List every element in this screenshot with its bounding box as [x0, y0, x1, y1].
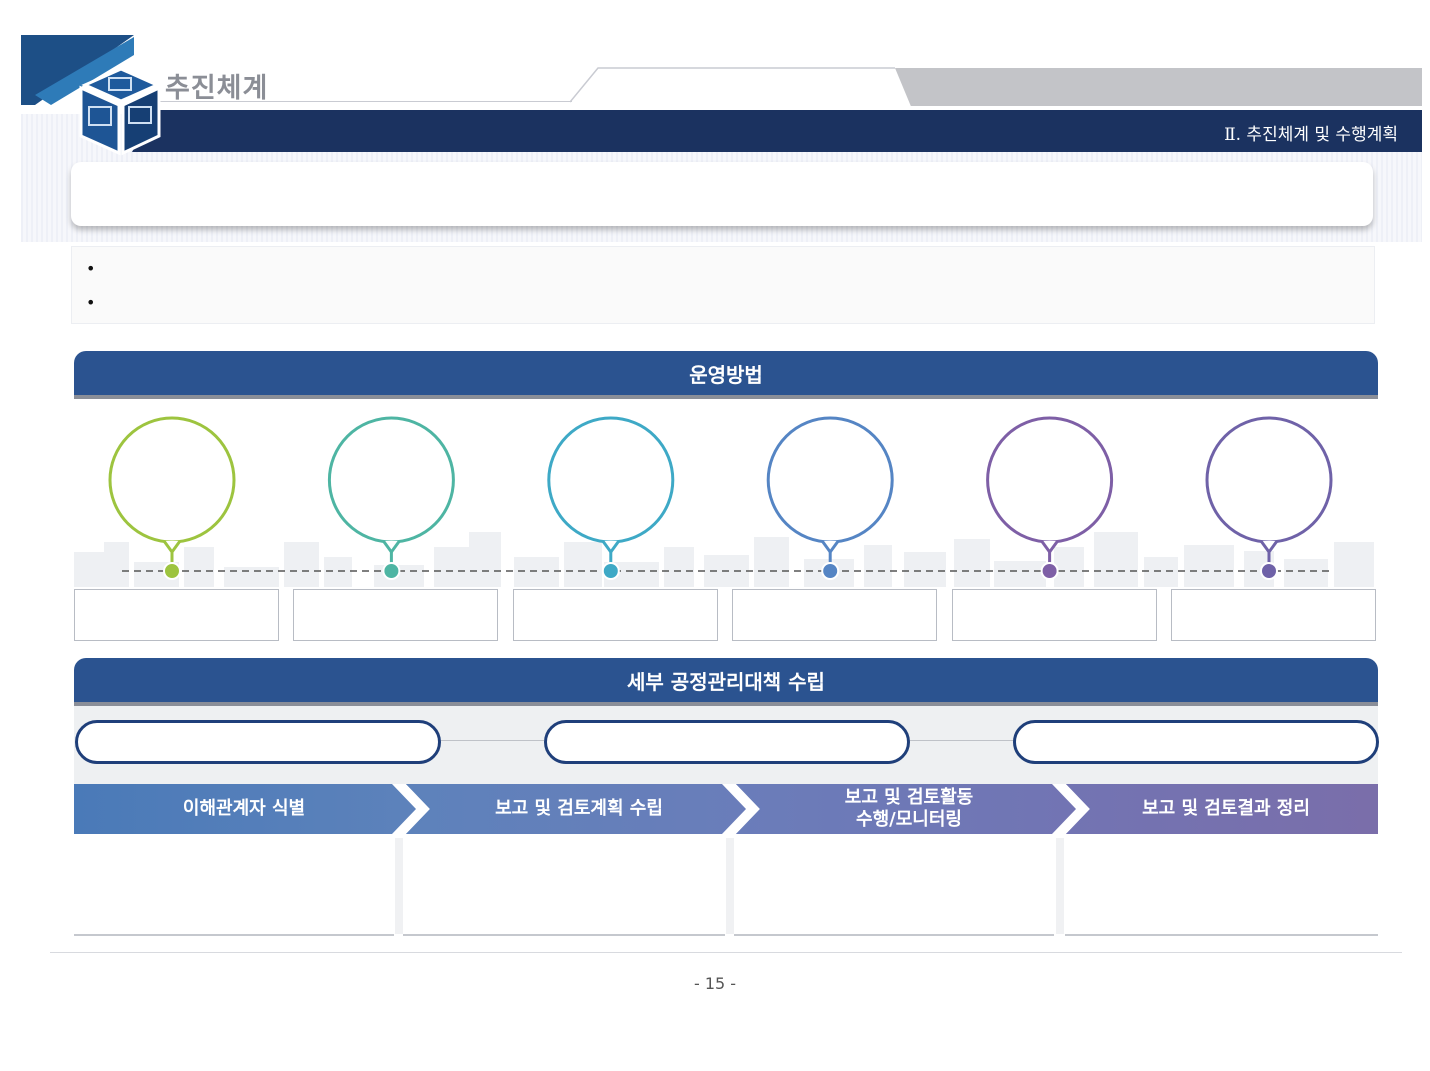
step-description-box: [512, 589, 718, 641]
step-description-box: [74, 589, 279, 641]
step-description-box: [732, 589, 938, 641]
timeline-dot: [1040, 562, 1059, 580]
process-oval-1: [75, 720, 441, 764]
timeline-dot: [601, 562, 620, 580]
process-step-label: 보고 및 검토계획 수립: [495, 798, 663, 819]
column-separator: [1056, 838, 1064, 934]
bullet-list: • •: [71, 246, 1375, 324]
oval-connector: [906, 740, 1014, 741]
step-bubble: [1205, 416, 1333, 580]
process-step-2: 보고 및 검토계획 수립: [400, 784, 744, 834]
process-step-1: 이해관계자 식별: [74, 784, 414, 834]
title-notch-line: [570, 67, 895, 103]
process-detail-box: [1065, 838, 1378, 936]
cube-logo-icon: [21, 35, 161, 156]
column-separator: [395, 838, 403, 934]
bullet-item: •: [86, 259, 96, 278]
summary-box: [71, 162, 1373, 226]
process-detail-box: [734, 838, 1054, 936]
process-step-3: 보고 및 검토활동 수행/모니터링: [730, 784, 1074, 834]
section-title: 추진체계: [165, 73, 269, 104]
chevron-arrow-icon: [1052, 784, 1092, 834]
step-description-box: [293, 589, 499, 641]
operation-section-header: 운영방법: [74, 351, 1378, 399]
oval-connector: [436, 740, 544, 741]
step-description-box: [951, 589, 1157, 641]
step-description-box: [1171, 589, 1376, 641]
process-step-label: 보고 및 검토활동 수행/모니터링: [844, 787, 974, 830]
step-bubble: [108, 416, 236, 580]
chapter-title: Ⅱ. 추진체계 및 수행계획: [1224, 125, 1398, 145]
process-detail-box: [403, 838, 725, 936]
step-bubble: [327, 416, 455, 580]
step-bubble: [766, 416, 894, 580]
process-step-label: 보고 및 검토결과 정리: [1142, 798, 1310, 819]
step-bubble: [547, 416, 675, 580]
process-detail-box: [74, 838, 394, 936]
chevron-arrow-icon: [722, 784, 762, 834]
header-gray-tab: [895, 68, 1422, 106]
step-bubble: [986, 416, 1114, 580]
page-number: - 15 -: [693, 974, 737, 993]
process-step-label: 이해관계자 식별: [182, 798, 306, 819]
process-oval-2: [544, 720, 910, 764]
footer-divider: [50, 952, 1402, 953]
process-oval-3: [1013, 720, 1379, 764]
operation-timeline: [74, 402, 1378, 652]
process-step-4: 보고 및 검토결과 정리: [1060, 784, 1378, 834]
bullet-item: •: [86, 293, 96, 312]
timeline-dot: [821, 562, 840, 580]
column-separator: [726, 838, 734, 934]
timeline-dot: [163, 562, 181, 580]
timeline-dot: [382, 562, 401, 580]
process-section-header: 세부 공정관리대책 수립: [74, 658, 1378, 706]
timeline-dot: [1260, 562, 1278, 580]
chevron-arrow-icon: [392, 784, 432, 834]
timeline-graphic: [108, 416, 1334, 580]
